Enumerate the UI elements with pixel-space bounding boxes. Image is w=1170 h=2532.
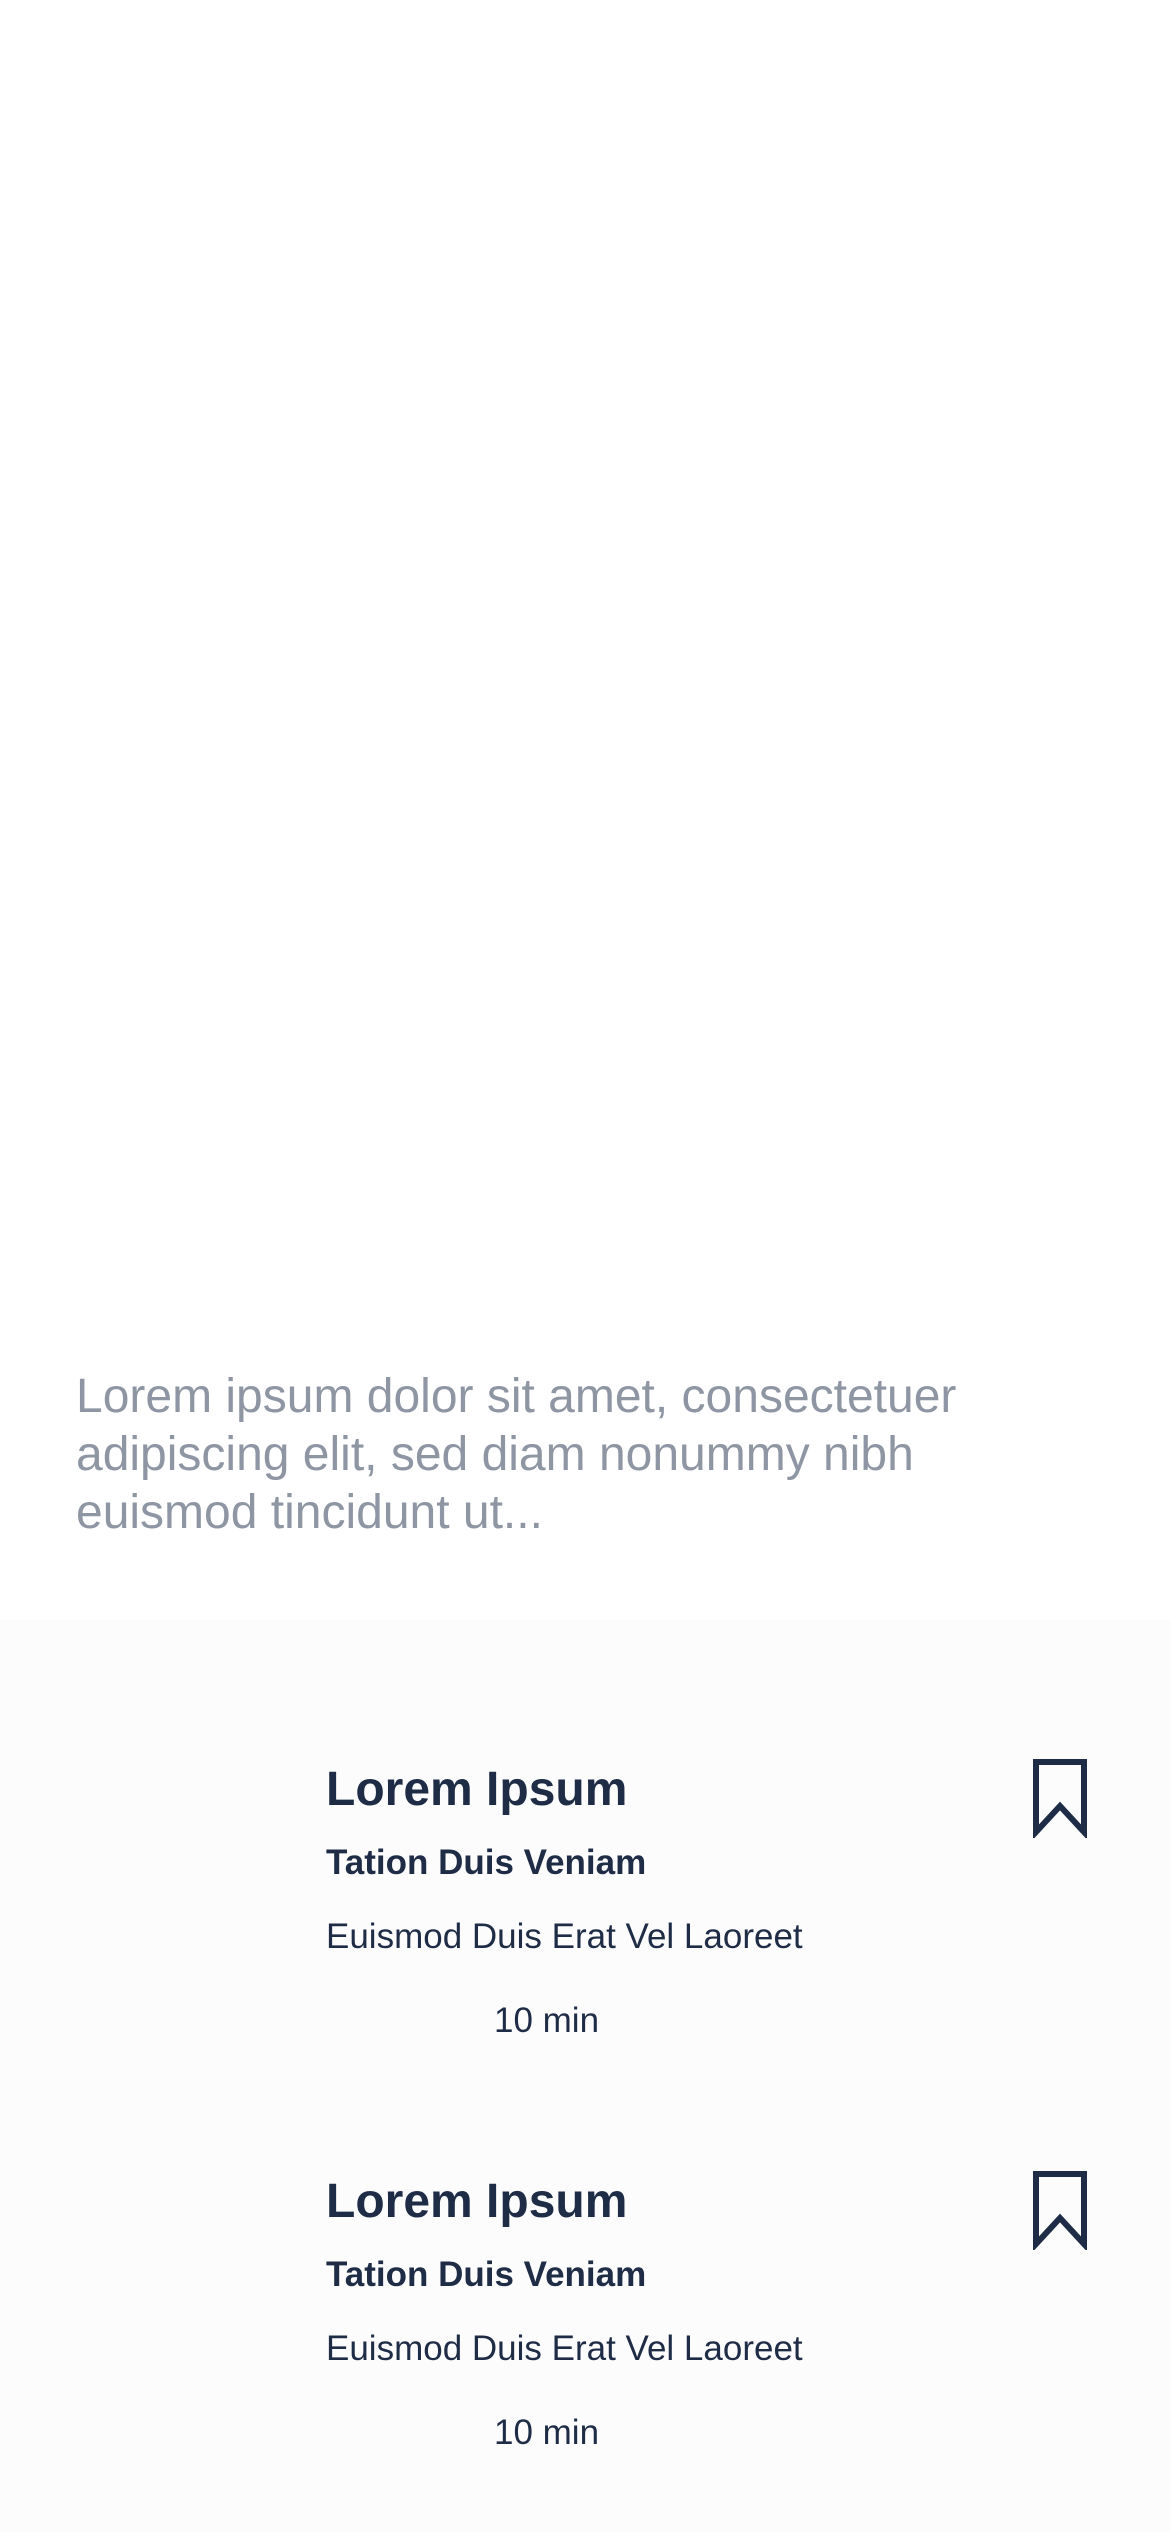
article-subtitle: Tation Duis Veniam — [326, 2255, 647, 2294]
bookmark-button[interactable] — [1030, 1756, 1090, 1838]
intro-text: Lorem ipsum dolor sit amet, consectetuer… — [76, 1370, 957, 1539]
bookmark-icon — [1033, 1759, 1087, 1838]
article-title: Lorem Ipsum — [326, 2175, 628, 2228]
article-card[interactable]: Lorem Ipsum Tation Duis Veniam Euismod D… — [0, 2032, 1170, 2452]
article-description: Euismod Duis Erat Vel Laoreet — [326, 1917, 803, 1956]
bookmark-icon — [1033, 2171, 1087, 2250]
article-duration: 10 min — [494, 2413, 600, 2452]
article-subtitle: Tation Duis Veniam — [326, 1843, 647, 1882]
article-card[interactable]: Lorem Ipsum Tation Duis Veniam Euismod D… — [0, 1620, 1170, 2040]
article-thumbnail — [76, 1740, 276, 1940]
article-list: Lorem Ipsum Tation Duis Veniam Euismod D… — [0, 1620, 1170, 2532]
article-description: Euismod Duis Erat Vel Laoreet — [326, 2329, 803, 2368]
article-thumbnail — [76, 2152, 276, 2352]
hero-image-area — [0, 0, 1170, 1330]
article-title: Lorem Ipsum — [326, 1763, 628, 1816]
bookmark-button[interactable] — [1030, 2168, 1090, 2250]
